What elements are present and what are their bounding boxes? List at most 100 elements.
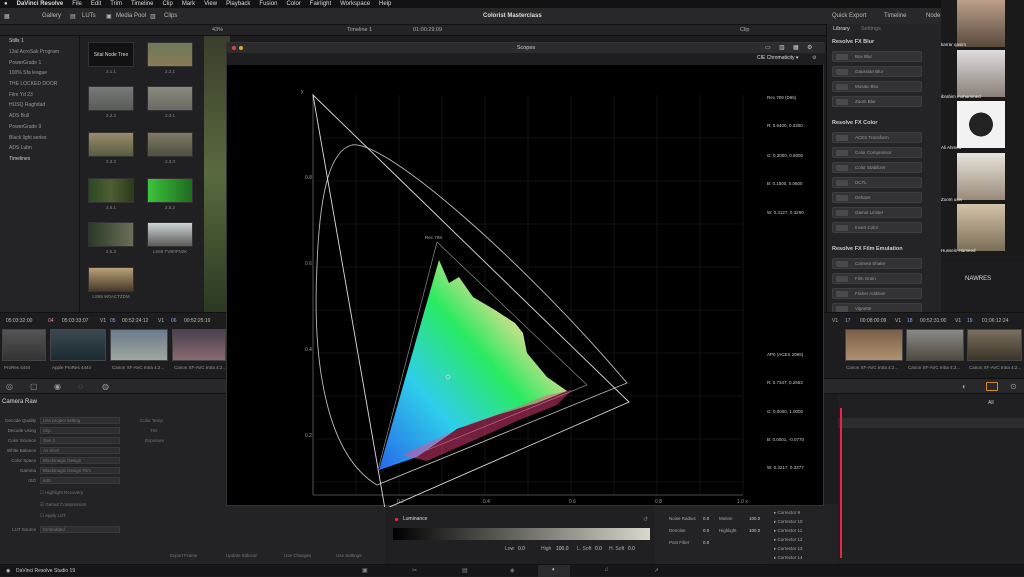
fx-item[interactable]: Color Compressor bbox=[832, 147, 922, 158]
fx-item[interactable]: Flicker Addition bbox=[832, 288, 922, 299]
participant-video[interactable] bbox=[957, 153, 1005, 200]
highlight-value[interactable]: 100.0 bbox=[749, 528, 760, 533]
decode-quality-select[interactable]: Use project setting bbox=[40, 417, 120, 424]
scope-type-select[interactable]: CIE Chromaticity ▾ bbox=[757, 55, 798, 61]
fx-item[interactable]: DCTL bbox=[832, 177, 922, 188]
cie-chromaticity-plot[interactable]: y 0.8 0.6 0.4 0.2 0.2 0.4 0.6 0.8 1.0 x … bbox=[227, 65, 825, 507]
participant-video[interactable] bbox=[957, 204, 1005, 251]
still-thumb[interactable] bbox=[147, 222, 193, 247]
still-thumb[interactable] bbox=[147, 178, 193, 203]
close-icon[interactable] bbox=[232, 46, 236, 50]
options-icon[interactable]: ⚙ bbox=[807, 43, 812, 53]
sidebar-item-album[interactable]: Film Yd 23 bbox=[0, 89, 79, 100]
menu-app[interactable]: DaVinci Resolve bbox=[17, 1, 64, 7]
still-thumb[interactable] bbox=[147, 86, 193, 111]
color-page-icon[interactable]: ◐ bbox=[552, 567, 556, 573]
gamma-select[interactable]: Blackmagic Design Film bbox=[40, 467, 120, 474]
fairlight-page-icon[interactable]: ♫ bbox=[604, 567, 609, 573]
eye-icon[interactable]: ◐ bbox=[962, 382, 967, 391]
use-settings-button[interactable]: Use Settings bbox=[336, 553, 362, 558]
list-item[interactable]: ▸ Corrector 12 bbox=[774, 537, 803, 543]
tab-timeline[interactable]: Timeline bbox=[884, 13, 906, 19]
still-thumb[interactable] bbox=[88, 86, 134, 111]
menu-mark[interactable]: Mark bbox=[182, 1, 195, 7]
menu-fairlight[interactable]: Fairlight bbox=[310, 1, 331, 7]
zoom-level[interactable]: 43% bbox=[212, 27, 223, 33]
timeline-clip[interactable] bbox=[110, 329, 168, 361]
sidebar-item-timelines[interactable]: Timelines bbox=[0, 154, 79, 165]
iso-select[interactable]: 640 bbox=[40, 477, 120, 484]
color-science-select[interactable]: Gen 1 bbox=[40, 437, 120, 444]
tab-media-pool[interactable]: Media Pool bbox=[116, 13, 146, 19]
fusion-page-icon[interactable]: ◈ bbox=[510, 567, 515, 574]
minimize-icon[interactable] bbox=[239, 46, 243, 50]
rgb-mixer-icon[interactable]: ◍ bbox=[102, 382, 109, 391]
export-frame-button[interactable]: Export Frame bbox=[170, 553, 197, 558]
timeline-select[interactable]: Timeline 1 bbox=[347, 27, 372, 33]
tab-library[interactable]: Library bbox=[833, 26, 850, 32]
still-thumb[interactable] bbox=[147, 42, 193, 67]
still-thumb[interactable] bbox=[88, 132, 134, 157]
tab-settings[interactable]: Settings bbox=[861, 26, 881, 32]
timeline-clip[interactable] bbox=[967, 329, 1022, 361]
sidebar-item-album[interactable]: PowerGrade 1 bbox=[0, 57, 79, 68]
edit-page-icon[interactable]: ▤ bbox=[462, 567, 468, 574]
gallery-icon[interactable]: ▦ bbox=[4, 13, 10, 20]
list-item[interactable]: ▸ Corrector 10 bbox=[774, 519, 803, 525]
still-thumb[interactable] bbox=[88, 267, 134, 292]
participant-video[interactable] bbox=[957, 101, 1005, 148]
fx-item[interactable]: Zoom Blur bbox=[832, 96, 922, 107]
match-icon[interactable]: ▢ bbox=[30, 382, 38, 391]
menu-workspace[interactable]: Workspace bbox=[340, 1, 370, 7]
luts-icon[interactable]: ▤ bbox=[70, 13, 76, 20]
color-wheels-icon[interactable]: ◉ bbox=[54, 382, 61, 391]
menu-color[interactable]: Color bbox=[286, 1, 300, 7]
still-thumb[interactable] bbox=[88, 222, 134, 247]
layout-icon[interactable]: ▭ bbox=[765, 43, 771, 53]
list-item[interactable]: ▸ Corrector 13 bbox=[774, 546, 803, 552]
sidebar-item-album[interactable]: 100% Sfa league bbox=[0, 68, 79, 79]
decode-using-select[interactable]: Clip bbox=[40, 427, 120, 434]
raw-icon[interactable]: ◎ bbox=[6, 382, 13, 391]
media-pool-icon[interactable]: ▣ bbox=[106, 13, 112, 20]
list-item[interactable]: ▸ Corrector 9 bbox=[774, 510, 800, 516]
apple-icon[interactable]: ● bbox=[4, 1, 8, 7]
menu-help[interactable]: Help bbox=[379, 1, 391, 7]
update-sidecar-button[interactable]: Update Sidecar bbox=[226, 553, 257, 558]
menu-clip[interactable]: Clip bbox=[162, 1, 172, 7]
scopes-titlebar[interactable]: Scopes ▭ ▥ ▦ ⚙ bbox=[227, 43, 825, 53]
menu-edit[interactable]: Edit bbox=[91, 1, 101, 7]
timeline-clip[interactable] bbox=[845, 329, 903, 361]
sidebar-item-album[interactable]: PowerGrade 9 bbox=[0, 122, 79, 133]
reset-icon[interactable]: ↺ bbox=[643, 516, 648, 523]
participant-video[interactable] bbox=[957, 0, 1005, 47]
use-changes-button[interactable]: Use Changes bbox=[284, 553, 311, 558]
denoise-value[interactable]: 0.0 bbox=[703, 528, 709, 533]
fx-item[interactable]: Mosaic Blur bbox=[832, 81, 922, 92]
sidebar-item-stills[interactable]: Stills 1 bbox=[0, 36, 79, 47]
high-value[interactable]: 100.0 bbox=[556, 546, 569, 552]
noise-radius-value[interactable]: 0.0 bbox=[703, 516, 709, 521]
motion-value[interactable]: 100.0 bbox=[749, 516, 760, 521]
sidebar-item-album[interactable]: ADS Lubn bbox=[0, 143, 79, 154]
tab-clips[interactable]: Clips bbox=[164, 13, 177, 19]
sidebar-item-album[interactable]: Black light series bbox=[0, 132, 79, 143]
layout-icon[interactable]: ▥ bbox=[779, 43, 785, 53]
fx-item[interactable]: Invert Color bbox=[832, 222, 922, 233]
menu-timeline[interactable]: Timeline bbox=[131, 1, 153, 7]
apply-lut-checkbox[interactable]: ☐ Apply LUT bbox=[40, 513, 66, 519]
menu-trim[interactable]: Trim bbox=[110, 1, 122, 7]
cut-page-icon[interactable]: ✂ bbox=[412, 567, 417, 574]
clips-icon[interactable]: ▥ bbox=[150, 13, 156, 20]
white-balance-select[interactable]: As Shot bbox=[40, 447, 120, 454]
playhead[interactable] bbox=[840, 408, 842, 558]
low-soft-value[interactable]: 0.0 bbox=[595, 546, 602, 552]
fx-item[interactable]: Box Blur bbox=[832, 51, 922, 62]
menu-view[interactable]: View bbox=[204, 1, 217, 7]
sidebar-item-album[interactable]: 13al AcroSak Program bbox=[0, 47, 79, 58]
fx-item[interactable]: Film Grain bbox=[832, 273, 922, 284]
keyframe-filter-select[interactable]: All bbox=[988, 400, 994, 406]
clip-select[interactable]: Clip bbox=[740, 27, 749, 33]
timeline-clip[interactable] bbox=[906, 329, 964, 361]
deliver-page-icon[interactable]: ➚ bbox=[654, 567, 659, 574]
